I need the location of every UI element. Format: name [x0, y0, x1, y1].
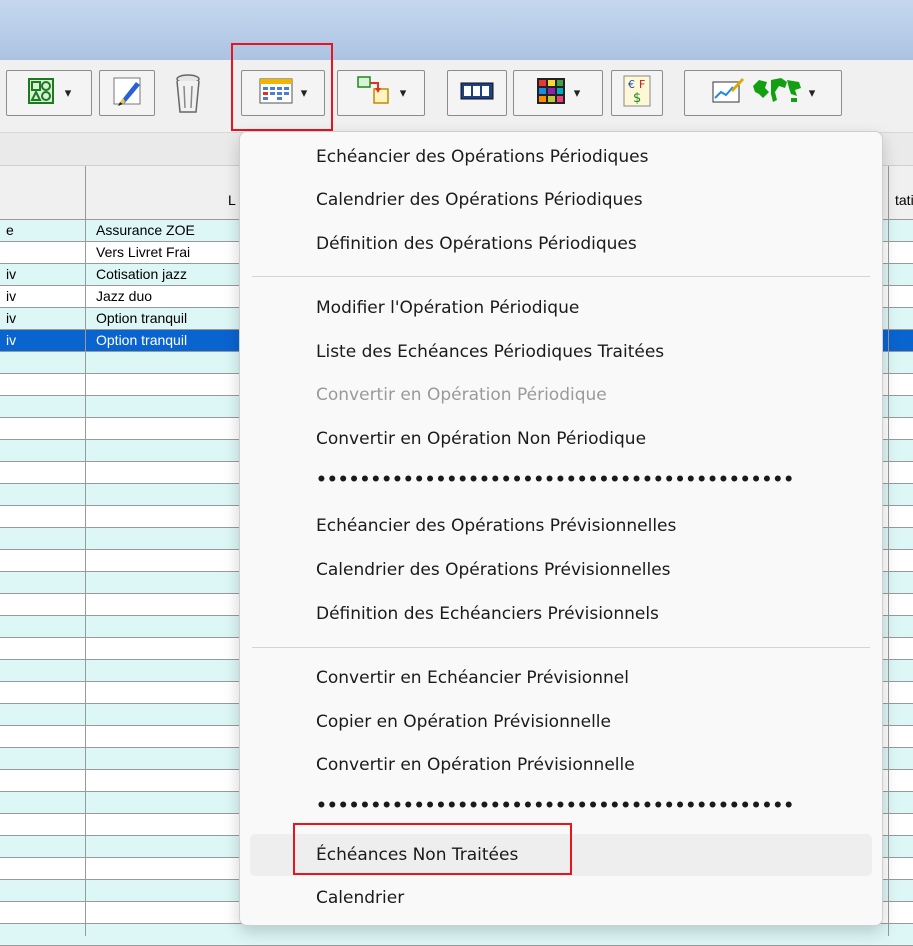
- menu-item-calendrier-periodiques[interactable]: Calendrier des Opérations Périodiques: [316, 190, 643, 210]
- menu-item-definition-echeanciers[interactable]: Définition des Echéanciers Prévisionnels: [316, 604, 659, 624]
- pen-edit-icon: [110, 74, 144, 112]
- chevron-down-icon[interactable]: ▾: [574, 87, 581, 100]
- menu-separator: [252, 647, 870, 648]
- edit-button[interactable]: [99, 70, 155, 116]
- menu-item-convertir-non-periodique[interactable]: Convertir en Opération Non Périodique: [316, 429, 646, 449]
- svg-text:€: €: [628, 78, 635, 91]
- chevron-down-icon[interactable]: ▾: [400, 87, 407, 100]
- menu-item-convertir-echeancier[interactable]: Convertir en Echéancier Prévisionnel: [316, 668, 629, 688]
- menu-item-liste-echeances[interactable]: Liste des Echéances Périodiques Traitées: [316, 342, 664, 362]
- trash-icon: [168, 74, 208, 120]
- window-title-bar: [0, 0, 913, 60]
- world-button[interactable]: ▾: [684, 70, 842, 116]
- table-cell: Assurance ZOE: [96, 222, 195, 238]
- transfer-icon: [356, 75, 392, 111]
- delete-button[interactable]: [168, 72, 208, 120]
- toolbar: ▾ ▾ ▾ ▾ € F $ ▾: [0, 60, 913, 133]
- chart-edit-icon[interactable]: [711, 76, 745, 110]
- table-row[interactable]: [0, 924, 913, 946]
- menu-item-echeancier-previsionnelles[interactable]: Echéancier des Opérations Prévisionnelle…: [316, 516, 676, 536]
- chevron-down-icon[interactable]: ▾: [809, 87, 816, 100]
- counter-icon: [460, 82, 494, 104]
- color-grid-button[interactable]: ▾: [513, 70, 603, 116]
- svg-text:F: F: [639, 78, 645, 91]
- menu-dotted-separator: ••••••••••••••••••••••••••••••••••••••••…: [316, 470, 795, 490]
- menu-item-calendrier-previsionnelles[interactable]: Calendrier des Opérations Prévisionnelle…: [316, 560, 671, 580]
- calendar-button-highlight: [231, 43, 333, 131]
- echeances-non-traitees-highlight: [293, 823, 572, 875]
- column-header-label[interactable]: L: [228, 192, 236, 208]
- menu-separator: [252, 276, 870, 277]
- transfer-button[interactable]: ▾: [337, 70, 425, 116]
- svg-text:$: $: [633, 91, 641, 106]
- menu-item-modifier-operation[interactable]: Modifier l'Opération Périodique: [316, 298, 579, 318]
- menu-dotted-separator: ••••••••••••••••••••••••••••••••••••••••…: [316, 796, 795, 816]
- table-cell: Option tranquil: [96, 332, 188, 348]
- table-cell: iv: [6, 288, 17, 304]
- menu-item-convertir-periodique: Convertir en Opération Périodique: [316, 385, 607, 405]
- table-cell: Option tranquil: [96, 310, 188, 326]
- table-cell: e: [6, 222, 14, 238]
- table-cell: Vers Livret Frai: [96, 244, 191, 260]
- menu-item-definition-periodiques[interactable]: Définition des Opérations Périodiques: [316, 234, 637, 254]
- column-divider[interactable]: [888, 166, 889, 936]
- menu-item-copier-operation[interactable]: Copier en Opération Prévisionnelle: [316, 712, 611, 732]
- table-cell: iv: [6, 332, 17, 348]
- table-cell: Cotisation jazz: [96, 266, 188, 282]
- world-map-icon: [751, 76, 803, 110]
- table-cell: Jazz duo: [96, 288, 153, 304]
- table-cell: iv: [6, 310, 17, 326]
- counter-button[interactable]: [447, 70, 507, 116]
- shapes-icon: [27, 77, 55, 109]
- calendar-dropdown-menu: Echéancier des Opérations Périodiques Ca…: [239, 131, 883, 926]
- menu-item-calendrier[interactable]: Calendrier: [316, 888, 404, 908]
- chevron-down-icon[interactable]: ▾: [65, 87, 72, 100]
- table-cell: iv: [6, 266, 17, 282]
- column-divider[interactable]: [85, 166, 86, 936]
- column-header-label[interactable]: tati: [895, 192, 913, 208]
- menu-item-echeancier-periodiques[interactable]: Echéancier des Opérations Périodiques: [316, 147, 648, 167]
- color-grid-icon: [536, 77, 566, 109]
- shapes-button[interactable]: ▾: [6, 70, 92, 116]
- menu-item-convertir-previsionnelle[interactable]: Convertir en Opération Prévisionnelle: [316, 755, 635, 775]
- currency-button[interactable]: € F $: [611, 70, 663, 116]
- currency-icon: € F $: [623, 75, 651, 111]
